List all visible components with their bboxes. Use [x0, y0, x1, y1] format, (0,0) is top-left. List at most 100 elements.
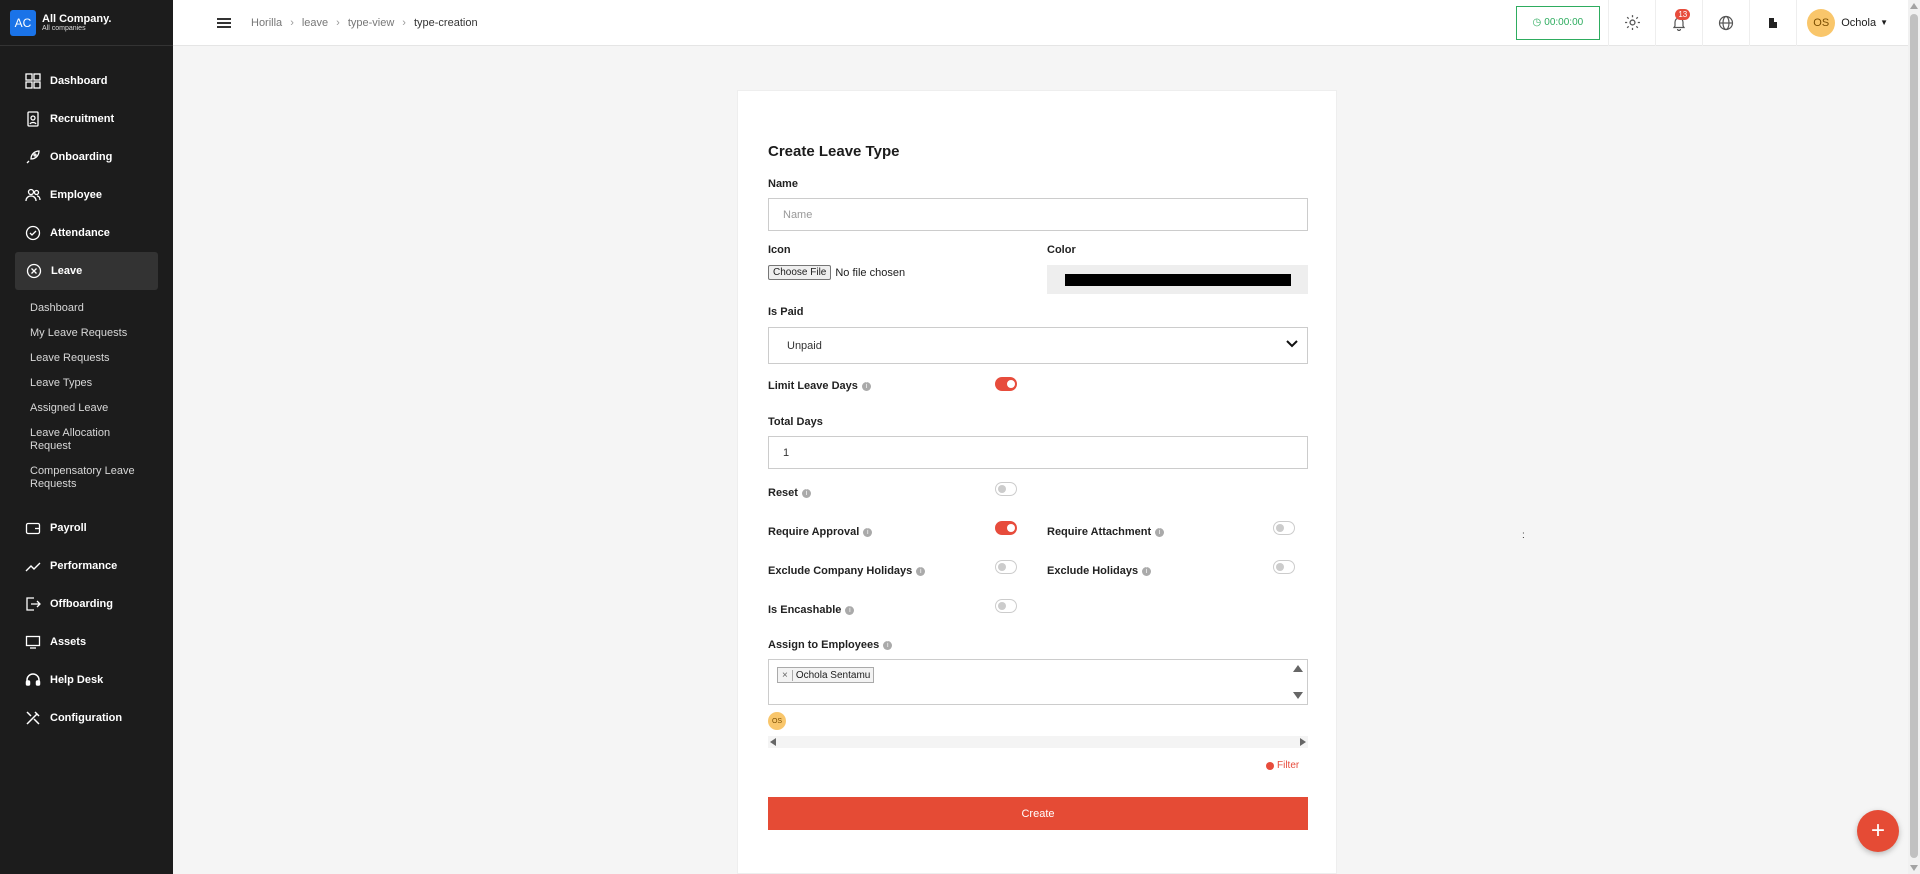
dashboard-icon — [24, 72, 42, 90]
name-label: Name — [768, 178, 798, 190]
is-paid-label: Is Paid — [768, 306, 804, 318]
total-days-label: Total Days — [768, 416, 823, 428]
attendance-timer-button[interactable]: ◷ 00:00:00 — [1515, 5, 1601, 40]
people-icon — [24, 186, 42, 204]
clock-icon: ◷ — [1532, 17, 1542, 28]
sidebar-item-label: Offboarding — [50, 598, 113, 610]
notifications-button[interactable]: 13 — [1655, 0, 1702, 46]
recruitment-icon — [24, 110, 42, 128]
reset-toggle[interactable] — [995, 482, 1017, 496]
leave-icon — [25, 262, 43, 280]
info-icon[interactable]: i — [861, 381, 871, 391]
sidebar-item-offboarding[interactable]: Offboarding — [0, 585, 173, 623]
top-header: Horilla › leave › type-view › type-creat… — [173, 0, 1908, 46]
submenu-item-dashboard[interactable]: Dashboard — [30, 296, 150, 321]
require-attachment-toggle[interactable] — [1273, 521, 1295, 535]
exclude-holidays-toggle[interactable] — [1273, 560, 1295, 574]
sidebar-item-dashboard[interactable]: Dashboard — [0, 62, 173, 100]
page-scrollbar[interactable] — [1908, 0, 1920, 874]
require-attachment-text: Require Attachment — [1047, 526, 1152, 538]
sidebar-item-help-desk[interactable]: Help Desk — [0, 661, 173, 699]
info-icon[interactable]: i — [1155, 527, 1165, 537]
scroll-thumb[interactable] — [1910, 14, 1918, 858]
sidebar-item-employee[interactable]: Employee — [0, 176, 173, 214]
sidebar-item-attendance[interactable]: Attendance — [0, 214, 173, 252]
limit-leave-days-toggle[interactable] — [995, 377, 1017, 391]
chevron-right-icon: › — [290, 16, 294, 29]
plus-icon: + — [1870, 817, 1885, 844]
remove-tag-icon[interactable]: × — [778, 669, 793, 681]
is-encashable-toggle[interactable] — [995, 599, 1017, 613]
quick-add-button[interactable]: + — [1857, 810, 1899, 852]
info-icon[interactable]: i — [845, 605, 855, 615]
user-menu[interactable]: OS Ochola ▼ — [1796, 0, 1908, 46]
scroll-up-icon[interactable] — [1293, 665, 1303, 672]
horizontal-scrollbar[interactable] — [768, 736, 1308, 748]
sidebar-item-configuration[interactable]: Configuration — [0, 699, 173, 737]
choose-file-button[interactable]: Choose File — [768, 265, 832, 280]
sidebar-item-recruitment[interactable]: Recruitment — [0, 100, 173, 138]
submenu-item-assigned-leave[interactable]: Assigned Leave — [30, 396, 150, 421]
sidebar-item-leave[interactable]: Leave — [15, 252, 158, 290]
color-picker[interactable] — [1047, 265, 1308, 294]
scroll-left-icon[interactable] — [770, 738, 776, 746]
breadcrumb-item-type-view[interactable]: type-view — [348, 17, 394, 29]
filter-label: Filter — [1277, 760, 1300, 771]
limit-leave-days-text: Limit Leave Days — [768, 380, 858, 392]
scroll-right-icon[interactable] — [1300, 738, 1306, 746]
submenu-item-leave-requests[interactable]: Leave Requests — [30, 346, 150, 371]
scroll-up-arrow-icon[interactable] — [1910, 3, 1918, 9]
info-icon[interactable]: i — [863, 527, 873, 537]
total-days-input[interactable]: 1 — [768, 436, 1308, 469]
sidebar-item-label: Help Desk — [50, 674, 104, 686]
settings-button[interactable] — [1608, 0, 1655, 46]
submenu-item-my-leave-requests[interactable]: My Leave Requests — [30, 321, 150, 346]
scroll-down-arrow-icon[interactable] — [1910, 865, 1918, 871]
create-button[interactable]: Create — [768, 797, 1308, 830]
info-icon[interactable]: i — [1142, 566, 1152, 576]
name-input[interactable]: Name — [768, 198, 1308, 231]
limit-leave-days-label: Limit Leave Days i — [768, 380, 871, 392]
chevron-right-icon: › — [336, 16, 340, 29]
sidebar-item-payroll[interactable]: Payroll — [0, 509, 173, 547]
require-approval-toggle[interactable] — [995, 521, 1017, 535]
avatar: OS — [1807, 8, 1836, 37]
globe-icon — [1719, 15, 1734, 30]
notification-count-badge: 13 — [1675, 8, 1691, 20]
hamburger-menu-icon[interactable] — [217, 17, 231, 28]
reset-label: Reset i — [768, 487, 811, 499]
icon-label: Icon — [768, 244, 791, 256]
tools-icon — [24, 709, 42, 727]
submenu-item-leave-allocation-request[interactable]: Leave Allocation Request — [30, 421, 150, 459]
company-switch-button[interactable] — [1749, 0, 1796, 46]
language-button[interactable] — [1702, 0, 1749, 46]
submenu-item-leave-types[interactable]: Leave Types — [30, 371, 150, 396]
filter-button[interactable]: Filter — [1266, 760, 1299, 771]
is-paid-select[interactable]: Unpaid — [768, 327, 1308, 364]
sidebar: AC All Company. All companies Dashboard … — [0, 0, 173, 874]
icon-file-input[interactable]: Choose File No file chosen — [768, 265, 905, 280]
check-circle-icon — [24, 224, 42, 242]
breadcrumb-item-leave[interactable]: leave — [302, 17, 328, 29]
sidebar-item-assets[interactable]: Assets — [0, 623, 173, 661]
info-icon[interactable]: i — [801, 488, 811, 498]
company-switcher[interactable]: AC All Company. All companies — [0, 0, 173, 46]
info-icon[interactable]: i — [883, 640, 893, 650]
sidebar-item-onboarding[interactable]: Onboarding — [0, 138, 173, 176]
exclude-company-holidays-toggle[interactable] — [995, 560, 1017, 574]
scroll-down-icon[interactable] — [1293, 692, 1303, 699]
headset-icon — [24, 671, 42, 689]
wallet-icon — [24, 519, 42, 537]
color-label: Color — [1047, 244, 1076, 256]
info-icon[interactable]: i — [916, 566, 926, 576]
filter-icon — [1266, 761, 1274, 770]
rocket-icon — [24, 148, 42, 166]
sidebar-item-label: Recruitment — [50, 113, 115, 125]
breadcrumb-item-horilla[interactable]: Horilla — [251, 17, 282, 29]
timer-value: 00:00:00 — [1544, 17, 1584, 28]
file-status: No file chosen — [835, 266, 906, 279]
assign-employees-select[interactable]: × Ochola Sentamu — [768, 659, 1308, 705]
is-encashable-label: Is Encashable i — [768, 604, 855, 616]
submenu-item-compensatory-leave-requests[interactable]: Compensatory Leave Requests — [30, 459, 150, 497]
sidebar-item-performance[interactable]: Performance — [0, 547, 173, 585]
